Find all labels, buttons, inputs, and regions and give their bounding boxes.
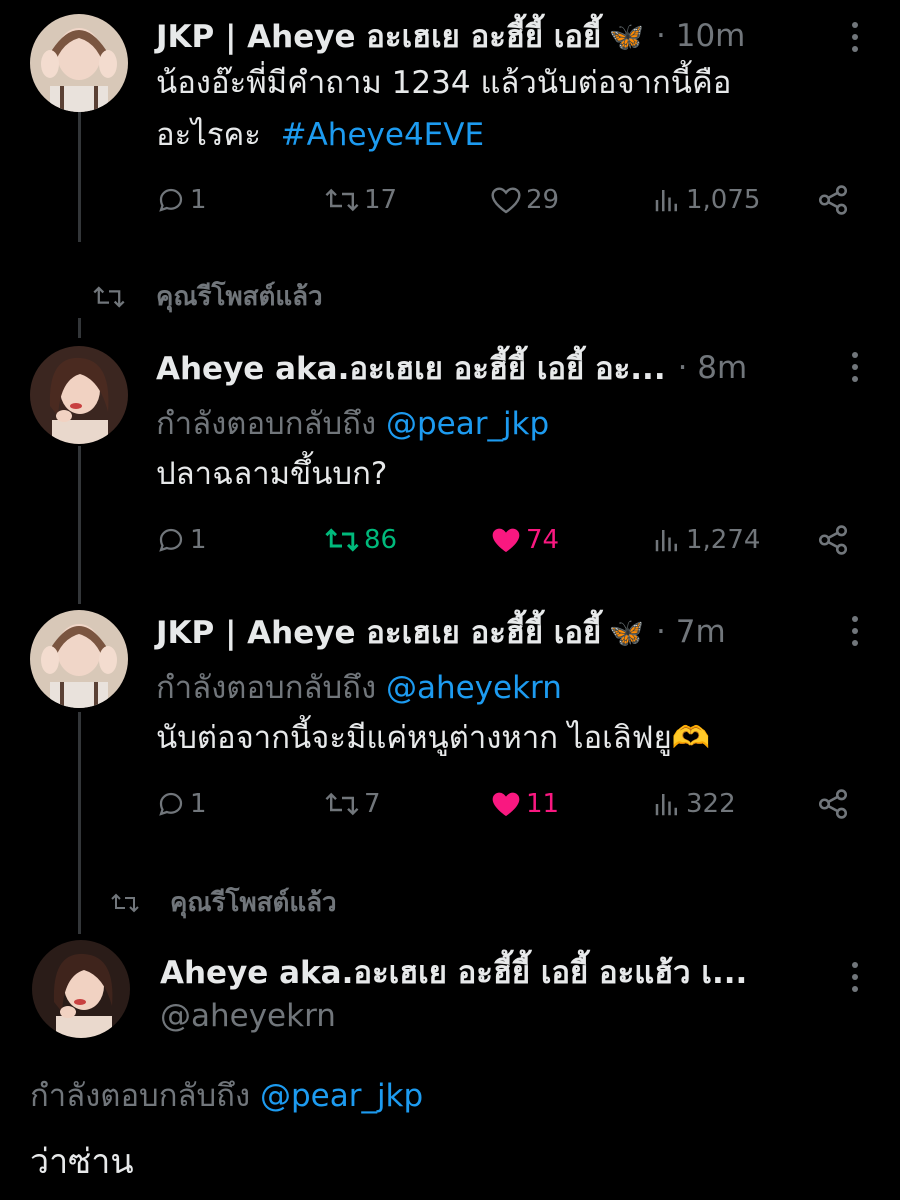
share-button[interactable] xyxy=(816,518,854,562)
like-count: 74 xyxy=(526,525,560,555)
repost-icon xyxy=(325,792,359,816)
repost-count: 17 xyxy=(364,185,398,215)
reply-to: กำลังตอบกลับถึง @pear_jkp xyxy=(156,398,549,448)
display-name[interactable]: JKP | Aheye อะเฮเย อะฮี้ยี้ เอยี้ xyxy=(156,607,601,657)
avatar[interactable] xyxy=(30,610,128,708)
tweet-text-line: อะไรคะ #Aheye4EVE xyxy=(156,109,856,161)
share-icon xyxy=(818,525,848,555)
avatar[interactable] xyxy=(32,940,130,1038)
avatar[interactable] xyxy=(30,346,128,444)
views-button[interactable]: 1,274 xyxy=(652,518,760,562)
views-button[interactable]: 322 xyxy=(652,782,736,826)
tweet-actions: 1 17 29 1,075 xyxy=(156,178,856,222)
avatar[interactable] xyxy=(30,14,128,112)
reply-count: 1 xyxy=(190,525,207,555)
hashtag-link[interactable]: #Aheye4EVE xyxy=(281,117,484,153)
thread-line xyxy=(78,318,81,338)
like-count: 11 xyxy=(526,789,560,819)
share-icon xyxy=(818,185,848,215)
reply-to-prefix: กำลังตอบกลับถึง xyxy=(30,1078,251,1114)
timestamp[interactable]: · 7m xyxy=(656,614,726,650)
repost-icon xyxy=(325,528,359,552)
like-button[interactable]: 29 xyxy=(490,178,559,222)
repost-label: คุณรีโพสต์แล้ว xyxy=(92,276,323,317)
butterfly-emoji: 🦋 xyxy=(609,19,645,53)
heart-icon xyxy=(491,187,521,214)
tweet-actions: 1 86 74 1,274 xyxy=(156,518,856,562)
more-icon[interactable] xyxy=(852,352,858,382)
repost-button[interactable]: 17 xyxy=(324,178,397,222)
views-count: 322 xyxy=(686,789,736,819)
reply-to: กำลังตอบกลับถึง @pear_jkp xyxy=(30,1070,423,1120)
tweet-text-line: น้องอ๊ะพี่มีคำถาม 1234 แล้วนับต่อจากนี้ค… xyxy=(156,65,732,101)
tweet-text: ว่าซ่าน xyxy=(30,1142,134,1182)
reply-button[interactable]: 1 xyxy=(156,782,207,826)
display-name[interactable]: Aheye aka.อะเฮเย อะฮี้ยี้ เอยี้ อะ... xyxy=(156,343,666,393)
reply-icon xyxy=(159,528,183,552)
reply-count: 1 xyxy=(190,789,207,819)
heart-icon xyxy=(492,792,520,816)
tweet-actions: 1 7 11 322 xyxy=(156,782,856,826)
repost-label: คุณรีโพสต์แล้ว xyxy=(110,882,337,923)
views-count: 1,274 xyxy=(686,525,761,555)
repost-label-text: คุณรีโพสต์แล้ว xyxy=(156,282,323,312)
butterfly-emoji: 🦋 xyxy=(609,615,645,649)
views-icon xyxy=(655,190,677,212)
share-button[interactable] xyxy=(816,178,854,222)
repost-button[interactable]: 86 xyxy=(324,518,397,562)
views-icon xyxy=(655,794,677,816)
tweet-header: Aheye aka.อะเฮเย อะฮี้ยี้ เอยี้ อะแฮ้ว เ… xyxy=(160,952,747,992)
reply-to-prefix: กำลังตอบกลับถึง xyxy=(156,406,377,442)
share-icon xyxy=(818,789,848,819)
display-name[interactable]: Aheye aka.อะเฮเย อะฮี้ยี้ เอยี้ อะแฮ้ว เ… xyxy=(160,947,747,997)
reply-button[interactable]: 1 xyxy=(156,178,207,222)
reply-count: 1 xyxy=(190,185,207,215)
repost-icon xyxy=(111,893,139,912)
tweet-header: JKP | Aheye อะเฮเย อะฮี้ยี้ เอยี้ 🦋 · 7m xyxy=(156,612,726,652)
thread-line xyxy=(78,112,81,242)
tweet-text: ปลาฉลามขึ้นบก? xyxy=(156,456,388,492)
heart-icon xyxy=(492,528,520,552)
repost-label-text: คุณรีโพสต์แล้ว xyxy=(170,888,337,918)
tweet-header: Aheye aka.อะเฮเย อะฮี้ยี้ เอยี้ อะ... · … xyxy=(156,348,747,388)
mention-link[interactable]: @pear_jkp xyxy=(260,1078,423,1114)
more-icon[interactable] xyxy=(852,962,858,992)
share-button[interactable] xyxy=(816,782,854,826)
reply-button[interactable]: 1 xyxy=(156,518,207,562)
tweet-header: JKP | Aheye อะเฮเย อะฮี้ยี้ เอยี้ 🦋 · 10… xyxy=(156,16,745,56)
mention-link[interactable]: @pear_jkp xyxy=(386,406,549,442)
reply-icon xyxy=(159,792,183,816)
repost-icon xyxy=(325,188,359,212)
thread-line xyxy=(78,446,81,604)
reply-to: กำลังตอบกลับถึง @aheyekrn xyxy=(156,662,562,712)
tweet-text-part: อะไรคะ xyxy=(156,117,261,153)
repost-button[interactable]: 7 xyxy=(324,782,381,826)
like-button[interactable]: 74 xyxy=(490,518,559,562)
views-button[interactable]: 1,075 xyxy=(652,178,760,222)
timestamp[interactable]: · 8m xyxy=(678,350,748,386)
user-handle[interactable]: @aheyekrn xyxy=(160,998,336,1034)
repost-count: 86 xyxy=(364,525,398,555)
views-icon xyxy=(655,530,677,552)
tweet-text: นับต่อจากนี้จะมีแค่หนูต่างหาก ไอเลิฟยู🫶 xyxy=(156,720,711,756)
thread-line xyxy=(78,712,81,934)
repost-count: 7 xyxy=(364,789,381,819)
more-icon[interactable] xyxy=(852,616,858,646)
more-icon[interactable] xyxy=(852,22,858,52)
reply-to-prefix: กำลังตอบกลับถึง xyxy=(156,670,377,706)
thread: JKP | Aheye อะเฮเย อะฮี้ยี้ เอยี้ 🦋 · 10… xyxy=(0,0,900,1200)
repost-icon xyxy=(93,285,125,308)
reply-icon xyxy=(159,188,183,212)
like-count: 29 xyxy=(526,185,560,215)
display-name[interactable]: JKP | Aheye อะเฮเย อะฮี้ยี้ เอยี้ xyxy=(156,11,601,61)
tweet-text: น้องอ๊ะพี่มีคำถาม 1234 แล้วนับต่อจากนี้ค… xyxy=(156,57,856,161)
timestamp[interactable]: · 10m xyxy=(656,18,745,54)
views-count: 1,075 xyxy=(686,185,761,215)
mention-link[interactable]: @aheyekrn xyxy=(386,670,562,706)
like-button[interactable]: 11 xyxy=(490,782,559,826)
